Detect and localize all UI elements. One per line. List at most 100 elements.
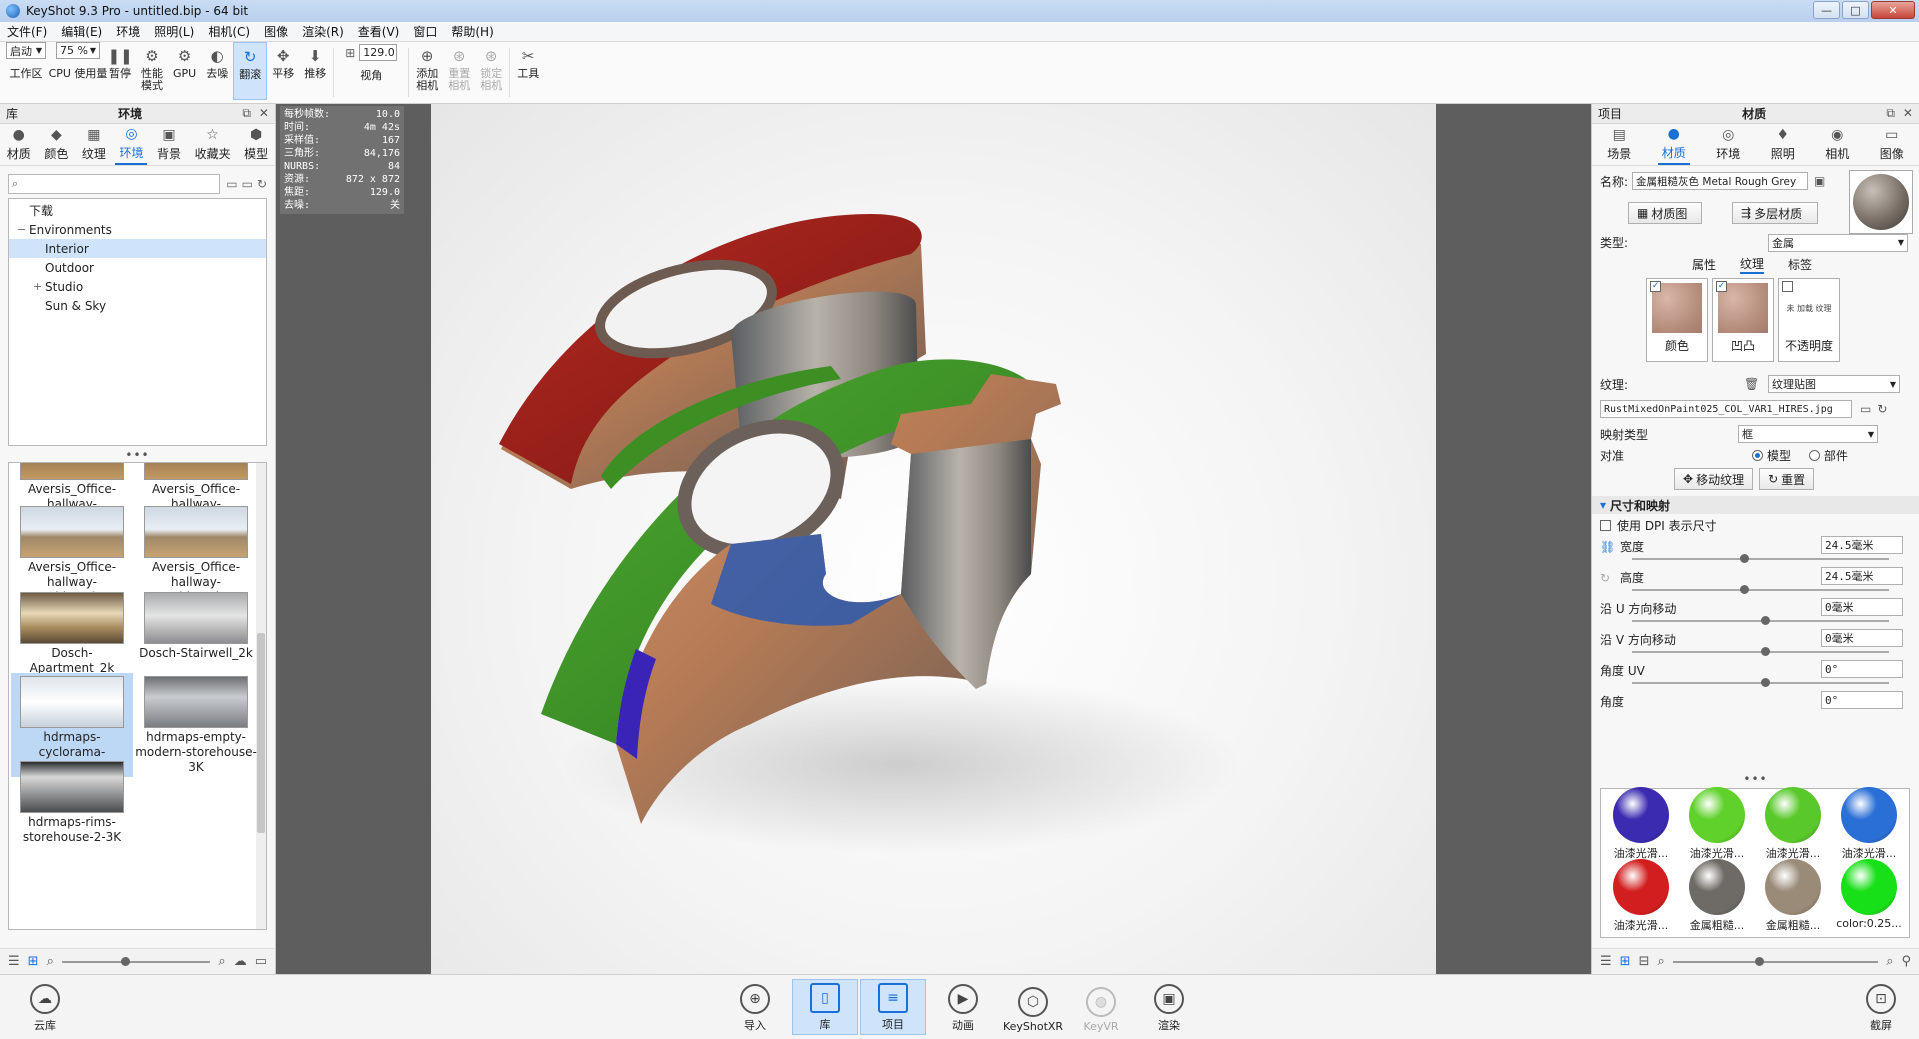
menu-item-2[interactable]: 环境 — [109, 23, 147, 40]
menu-item-7[interactable]: 查看(V) — [351, 23, 407, 40]
grid-view-icon[interactable]: ⊞ — [28, 954, 39, 969]
align-model-radio[interactable]: 模型 — [1752, 447, 1791, 464]
upload-icon[interactable]: ☁ — [234, 954, 247, 969]
menu-item-6[interactable]: 渲染(R) — [295, 23, 351, 40]
minimize-button[interactable]: — — [1813, 1, 1840, 19]
dock-keyvr-button[interactable]: ◍ KeyVR — [1068, 979, 1134, 1035]
dock-import-button[interactable]: ⊕ 导入 — [722, 979, 788, 1035]
texture-slot-checkbox[interactable] — [1782, 281, 1793, 292]
environment-thumbnail[interactable]: Dosch-Stairwell_2k — [135, 589, 257, 663]
library-tab-2[interactable]: ▦ 纹理 — [78, 125, 110, 164]
tree-node[interactable]: 下载 — [9, 201, 266, 220]
performance-mode-button[interactable]: ⚙ 性能 模式 — [136, 42, 168, 100]
dock-library-button[interactable]: ▯ 库 — [792, 979, 858, 1035]
texture-slot[interactable]: 未 加载 纹理 不透明度 — [1778, 278, 1840, 362]
panel-close-icon[interactable]: ✕ — [259, 106, 269, 121]
project-tab-4[interactable]: ◉ 相机 — [1821, 125, 1853, 164]
menu-item-0[interactable]: 文件(F) — [0, 23, 54, 40]
tree-node[interactable]: + Studio — [9, 277, 266, 296]
field-of-view-input[interactable]: 129.0 — [359, 44, 398, 61]
project-tab-0[interactable]: ▤ 场景 — [1603, 125, 1635, 164]
panel-splitter[interactable]: ••• — [0, 449, 275, 462]
menu-item-8[interactable]: 窗口 — [406, 23, 444, 40]
mapping-value-input[interactable]: 24.5毫米 — [1821, 567, 1903, 585]
reset-texture-button[interactable]: ↻ 重置 — [1759, 468, 1815, 490]
mapping-value-slider[interactable] — [1632, 554, 1889, 563]
tree-node[interactable]: Outdoor — [9, 258, 266, 277]
project-tab-1[interactable]: ● 材质 — [1657, 124, 1690, 165]
texture-file-input[interactable]: RustMixedOnPaint025_COL_VAR1_HIRES.jpg — [1600, 400, 1852, 418]
mapping-value-input[interactable]: 0° — [1821, 691, 1903, 709]
project-tab-3[interactable]: ♦ 照明 — [1767, 125, 1799, 164]
swatch-size-slider[interactable] — [1672, 956, 1879, 966]
environment-thumbnail[interactable]: Dosch-Apartment_2k — [11, 589, 133, 678]
tree-expander-icon[interactable]: − — [17, 223, 29, 236]
tree-node[interactable]: Interior — [9, 239, 266, 258]
library-scrollbar[interactable] — [256, 463, 266, 929]
tile-view-icon[interactable]: ⊟ — [1639, 954, 1650, 969]
material-subtab-1[interactable]: 纹理 — [1740, 255, 1765, 274]
library-tab-4[interactable]: ▣ 背景 — [153, 125, 185, 164]
environment-thumbnail[interactable]: hdrmaps-empty- modern-storehouse-3K — [135, 673, 257, 777]
tree-node[interactable]: − Environments — [9, 220, 266, 239]
material-swatch[interactable]: 油漆光滑... — [1605, 855, 1677, 933]
multi-layer-material-button[interactable]: ⇶ 多层材质 — [1732, 202, 1818, 224]
dpi-checkbox[interactable] — [1600, 519, 1611, 531]
folder-icon[interactable]: ▭ — [226, 177, 237, 191]
dock-animation-button[interactable]: ▶ 动画 — [930, 979, 996, 1035]
workspace-select[interactable]: 启动 ▼ — [6, 42, 46, 59]
texture-slot[interactable]: ✓ 颜色 — [1646, 278, 1708, 362]
material-subtab-0[interactable]: 属性 — [1692, 256, 1716, 273]
pause-button[interactable]: ❚❚ 暂停 — [104, 42, 136, 100]
material-subtab-2[interactable]: 标签 — [1788, 256, 1812, 273]
dock-render-button[interactable]: ▣ 渲染 — [1136, 979, 1202, 1035]
texture-slot-checkbox[interactable]: ✓ — [1716, 281, 1727, 292]
import-folder-icon[interactable]: ▭ — [255, 954, 267, 969]
move-texture-button[interactable]: ✥ 移动纹理 — [1674, 468, 1754, 490]
tumble-button[interactable]: ↻ 翻滚 — [233, 42, 268, 100]
unlink-icon[interactable]: ↻ — [1600, 571, 1610, 585]
dock-keyshotxr-button[interactable]: ⬡ KeyShotXR — [1000, 979, 1066, 1035]
project-tab-2[interactable]: ◎ 环境 — [1712, 125, 1744, 164]
mapping-value-input[interactable]: 0毫米 — [1821, 629, 1903, 647]
tools-button[interactable]: ✂ 工具 — [512, 42, 544, 100]
add-camera-button[interactable]: ⊕ 添加 相机 — [411, 42, 443, 100]
menu-item-9[interactable]: 帮助(H) — [444, 23, 500, 40]
real-time-render[interactable] — [431, 104, 1436, 974]
cpu-usage-select[interactable]: 75 % ▼ — [56, 42, 100, 59]
material-graph-button[interactable]: ▦ 材质图 — [1628, 202, 1702, 224]
project-tab-5[interactable]: ▭ 图像 — [1876, 125, 1908, 164]
tree-node[interactable]: Sun & Sky — [9, 296, 266, 315]
add-folder-icon[interactable]: ▭ — [242, 177, 253, 191]
mapping-value-input[interactable]: 0毫米 — [1821, 598, 1903, 616]
close-button[interactable]: ✕ — [1871, 1, 1915, 19]
menu-item-4[interactable]: 相机(C) — [201, 23, 257, 40]
texture-slot-checkbox[interactable]: ✓ — [1650, 281, 1661, 292]
grid-view-icon[interactable]: ⊞ — [1620, 954, 1631, 969]
mapping-value-slider[interactable] — [1632, 616, 1889, 625]
refresh-icon[interactable]: ↻ — [257, 177, 267, 191]
list-view-icon[interactable]: ☰ — [1600, 954, 1612, 969]
mapping-value-slider[interactable] — [1632, 678, 1889, 687]
menu-item-3[interactable]: 照明(L) — [147, 23, 201, 40]
material-swatch[interactable]: 金属粗糙... — [1681, 855, 1753, 933]
mapping-type-select[interactable]: 框 ▼ — [1738, 425, 1878, 443]
texture-slot[interactable]: ✓ 凹凸 — [1712, 278, 1774, 362]
lock-camera-button[interactable]: ⊛ 锁定 相机 — [475, 42, 507, 100]
menu-item-1[interactable]: 编辑(E) — [54, 23, 109, 40]
gpu-button[interactable]: ⚙ GPU — [168, 42, 201, 100]
tree-expander-icon[interactable]: + — [33, 280, 45, 293]
maximize-button[interactable]: □ — [1842, 1, 1869, 19]
size-mapping-section[interactable]: ▾ 尺寸和映射 — [1592, 496, 1919, 514]
dpi-checkbox-row[interactable]: 使用 DPI 表示尺寸 — [1592, 514, 1919, 536]
material-swatch[interactable]: color:0.25... — [1833, 855, 1905, 930]
mapping-value-input[interactable]: 24.5毫米 — [1821, 536, 1903, 554]
thumbnail-size-slider[interactable] — [61, 956, 211, 966]
list-view-icon[interactable]: ☰ — [8, 954, 20, 969]
delete-texture-icon[interactable]: 🗑 — [1744, 377, 1759, 391]
reload-texture-icon[interactable]: ↻ — [1877, 402, 1887, 416]
material-swatch[interactable]: 油漆光滑... — [1833, 783, 1905, 861]
denoise-button[interactable]: ◐ 去噪 — [201, 42, 233, 100]
library-tab-1[interactable]: ◆ 颜色 — [40, 125, 72, 164]
dolly-button[interactable]: ⬇ 推移 — [299, 42, 331, 100]
